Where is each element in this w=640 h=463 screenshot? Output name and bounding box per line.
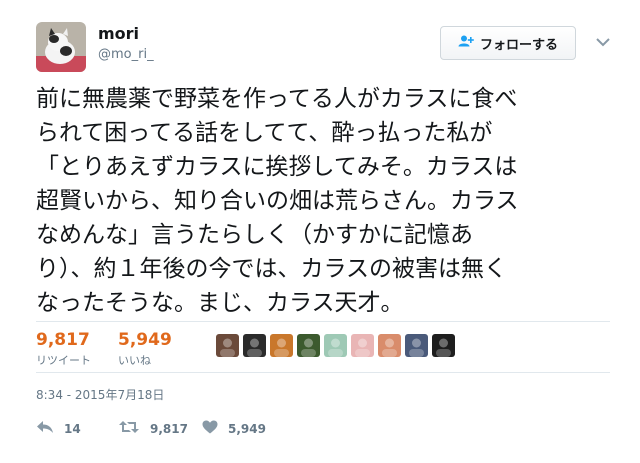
tweet-line: り）、約１年後の今では、カラスの被害は無く: [36, 256, 508, 282]
add-user-icon: [458, 35, 474, 51]
liker-avatars: [216, 334, 455, 357]
follow-button[interactable]: フォローする: [440, 26, 576, 60]
liker-avatar-4[interactable]: [297, 334, 320, 357]
avatar[interactable]: [36, 22, 86, 72]
retweet-stat-count: 9,817: [36, 330, 90, 350]
divider: [36, 372, 610, 373]
like-stat[interactable]: 5,949 いいね: [118, 330, 172, 368]
chevron-down-icon[interactable]: [594, 34, 612, 48]
retweet-stat[interactable]: 9,817 リツイート: [36, 330, 91, 368]
follow-button-label: フォローする: [479, 37, 558, 53]
timestamp[interactable]: 8:34 - 2015年7月18日: [36, 386, 164, 403]
display-name[interactable]: mori: [98, 24, 139, 43]
liker-avatar-7[interactable]: [378, 334, 401, 357]
retweet-button[interactable]: 9,817: [118, 419, 188, 438]
liker-avatar-8[interactable]: [405, 334, 428, 357]
tweet-card: mori @mo_ri_ フォローする 前に無農薬で野菜を作ってる人がカラスに食…: [0, 0, 640, 463]
retweet-count: 9,817: [150, 421, 188, 436]
like-count: 5,949: [228, 421, 266, 436]
reply-count: 14: [64, 421, 81, 436]
reply-icon: [36, 419, 54, 438]
tweet-line: 「とりあえずカラスに挨拶してみそ。カラスは: [36, 154, 518, 180]
tweet-line: 超賢いから、知り合いの畑は荒らさん。カラス: [36, 188, 519, 214]
liker-avatar-9[interactable]: [432, 334, 455, 357]
liker-avatar-2[interactable]: [243, 334, 266, 357]
like-button[interactable]: 5,949: [202, 419, 266, 438]
like-stat-count: 5,949: [118, 330, 172, 350]
liker-avatar-1[interactable]: [216, 334, 239, 357]
reply-button[interactable]: 14: [36, 419, 81, 438]
tweet-text: 前に無農薬で野菜を作ってる人がカラスに食べ られて困ってる話をしてて、酔っ払った…: [36, 82, 616, 320]
liker-avatar-6[interactable]: [351, 334, 374, 357]
retweet-stat-label: リツイート: [36, 354, 91, 367]
heart-icon: [202, 419, 218, 438]
like-stat-label: いいね: [118, 354, 151, 367]
liker-avatar-5[interactable]: [324, 334, 347, 357]
liker-avatar-3[interactable]: [270, 334, 293, 357]
divider: [36, 321, 610, 322]
tweet-line: なめんな」言うたらしく（かすかに記憶あ: [36, 222, 473, 248]
retweet-icon: [118, 419, 140, 438]
user-handle[interactable]: @mo_ri_: [98, 47, 154, 62]
tweet-line: なったそうな。まじ、カラス天才。: [36, 290, 404, 316]
tweet-line: 前に無農薬で野菜を作ってる人がカラスに食べ: [36, 86, 518, 112]
tweet-line: られて困ってる話をしてて、酔っ払った私が: [36, 120, 493, 146]
